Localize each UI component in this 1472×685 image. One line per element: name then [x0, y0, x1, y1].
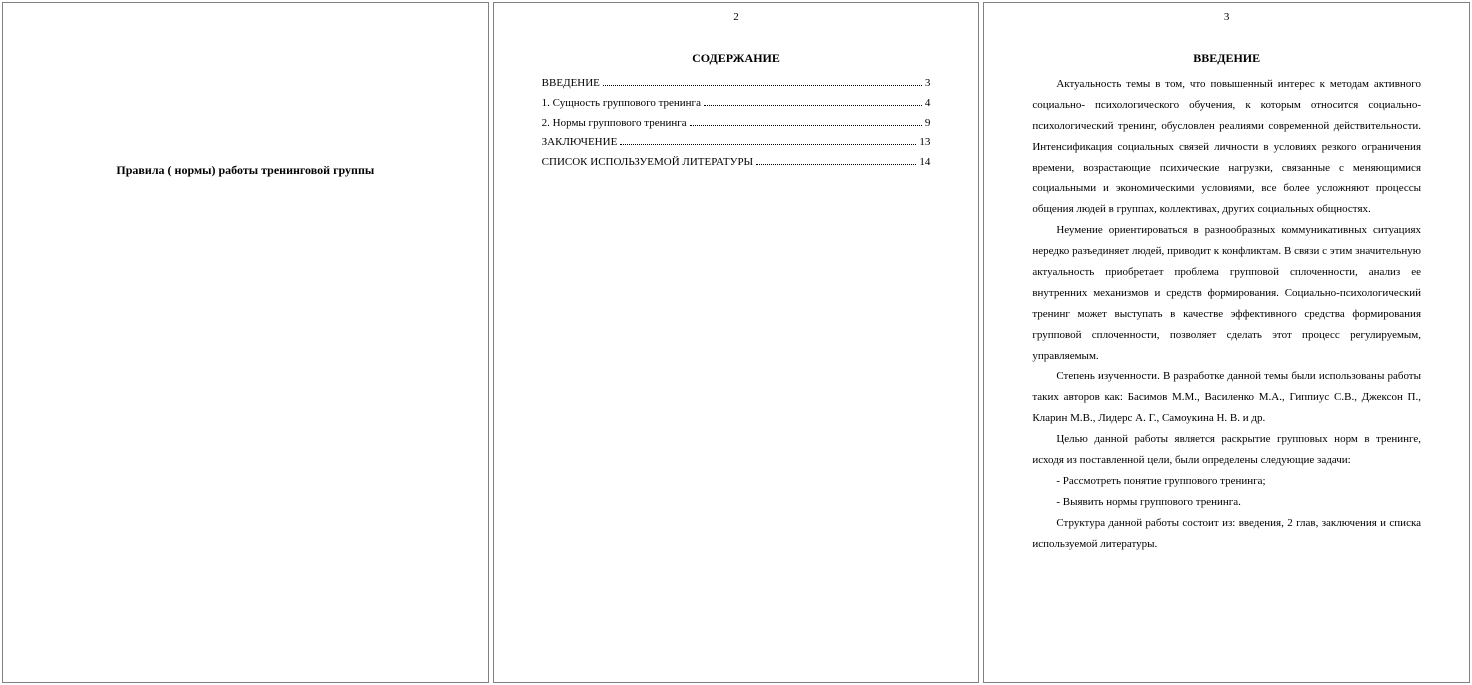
paragraph: Неумение ориентироваться в разнообразных…	[1032, 220, 1421, 366]
intro-body: Актуальность темы в том, что повышенный …	[1032, 74, 1421, 554]
list-item: - Рассмотреть понятие группового тренинг…	[1032, 471, 1421, 492]
toc-label: ЗАКЛЮЧЕНИЕ	[542, 133, 618, 153]
toc-row: ВВЕДЕНИЕ 3	[542, 74, 931, 94]
toc-page-number: 4	[925, 94, 931, 114]
toc-leader-dots	[603, 77, 922, 86]
toc-leader-dots	[620, 136, 916, 145]
page-number: 3	[984, 11, 1469, 23]
paragraph: Структура данной работы состоит из: введ…	[1032, 513, 1421, 555]
toc-leader-dots	[690, 116, 922, 125]
table-of-contents: ВВЕДЕНИЕ 3 1. Сущность группового тренин…	[542, 74, 931, 173]
paragraph: Степень изученности. В разработке данной…	[1032, 366, 1421, 429]
toc-page-number: 14	[919, 153, 930, 173]
toc-label: ВВЕДЕНИЕ	[542, 74, 600, 94]
page-2: 2 СОДЕРЖАНИЕ ВВЕДЕНИЕ 3 1. Сущность груп…	[493, 2, 980, 683]
intro-heading: ВВЕДЕНИЕ	[1032, 51, 1421, 66]
toc-row: 1. Сущность группового тренинга 4	[542, 94, 931, 114]
toc-page-number: 13	[919, 133, 930, 153]
document-workspace: Правила ( нормы) работы тренинговой груп…	[0, 0, 1472, 685]
toc-page-number: 3	[925, 74, 931, 94]
paragraph: Целью данной работы является раскрытие г…	[1032, 429, 1421, 471]
page-3: 3 ВВЕДЕНИЕ Актуальность темы в том, что …	[983, 2, 1470, 683]
list-item: - Выявить нормы группового тренинга.	[1032, 492, 1421, 513]
paragraph: Актуальность темы в том, что повышенный …	[1032, 74, 1421, 220]
toc-page-number: 9	[925, 114, 931, 134]
toc-leader-dots	[756, 156, 916, 165]
page-1: Правила ( нормы) работы тренинговой груп…	[2, 2, 489, 683]
toc-label: 2. Нормы группового тренинга	[542, 114, 687, 134]
toc-row: 2. Нормы группового тренинга 9	[542, 114, 931, 134]
toc-heading: СОДЕРЖАНИЕ	[542, 51, 931, 66]
toc-row: СПИСОК ИСПОЛЬЗУЕМОЙ ЛИТЕРАТУРЫ 14	[542, 153, 931, 173]
toc-label: СПИСОК ИСПОЛЬЗУЕМОЙ ЛИТЕРАТУРЫ	[542, 153, 753, 173]
page-number: 2	[494, 11, 979, 23]
toc-leader-dots	[704, 97, 922, 106]
title-page-text: Правила ( нормы) работы тренинговой груп…	[3, 163, 488, 178]
toc-label: 1. Сущность группового тренинга	[542, 94, 701, 114]
toc-row: ЗАКЛЮЧЕНИЕ 13	[542, 133, 931, 153]
